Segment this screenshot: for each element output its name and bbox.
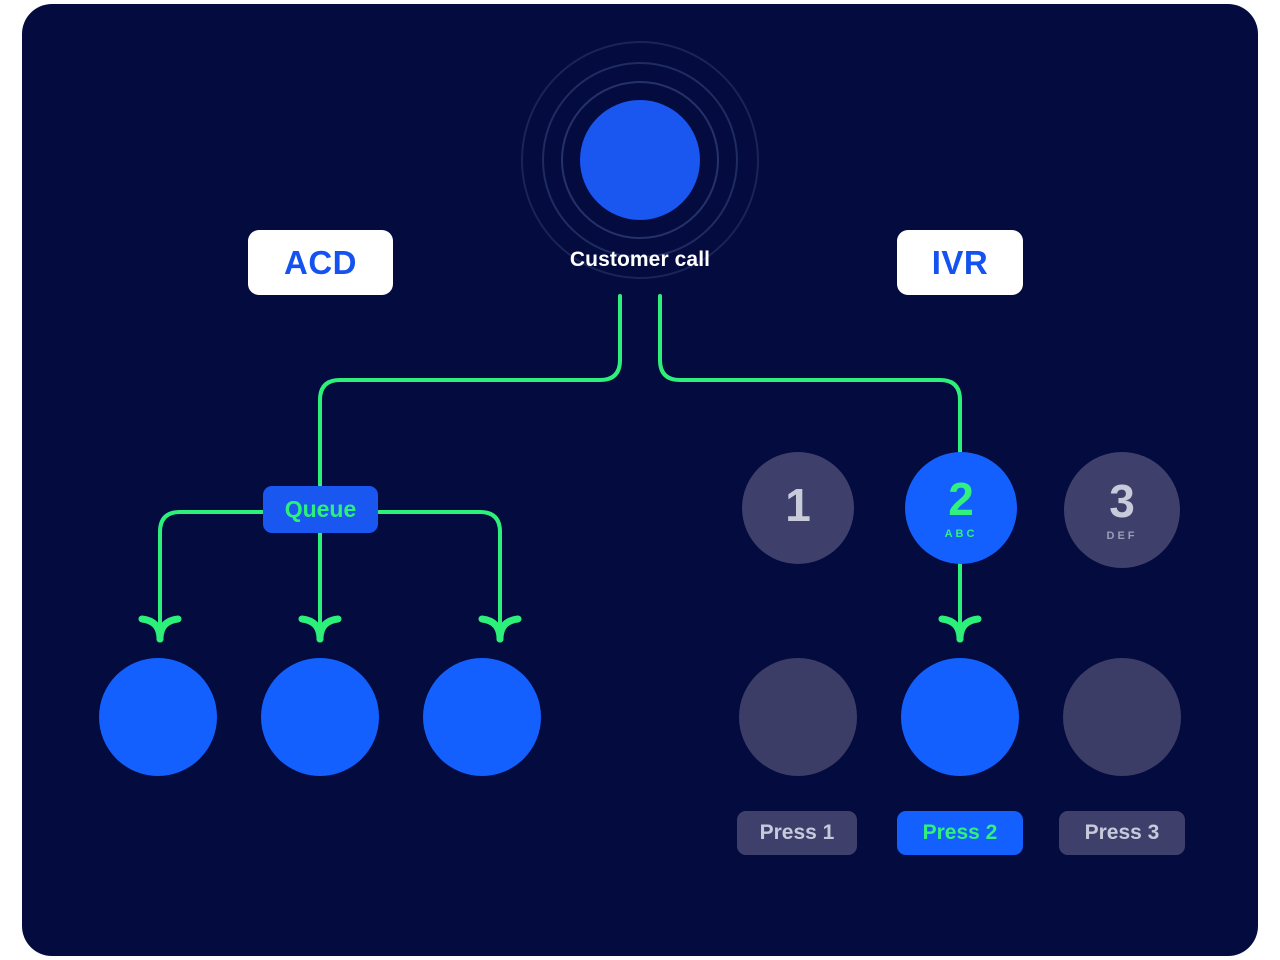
dialpad-key-3-letters: DEF (1106, 530, 1138, 542)
dialpad-key-3[interactable]: 3 DEF (1064, 452, 1180, 568)
acd-label: ACD (248, 230, 393, 295)
acd-agent-1[interactable] (99, 658, 217, 776)
dialpad-key-2-letters: ABC (944, 528, 978, 540)
acd-agent-2[interactable] (261, 658, 379, 776)
press-3-button[interactable]: Press 3 (1059, 811, 1185, 855)
ivr-agent-2[interactable] (901, 658, 1019, 776)
ivr-agent-1[interactable] (739, 658, 857, 776)
customer-call-label: Customer call (569, 248, 711, 271)
dialpad-key-1-digit: 1 (785, 479, 811, 531)
diagram-canvas: Customer call ACD IVR Queue 1 2 ABC 3 DE… (0, 0, 1280, 960)
queue-badge[interactable]: Queue (263, 486, 378, 533)
acd-agent-3[interactable] (423, 658, 541, 776)
ivr-label: IVR (897, 230, 1023, 295)
dialpad-key-2-digit: 2 (948, 473, 974, 525)
dialpad-key-2[interactable]: 2 ABC (905, 452, 1017, 564)
ivr-agent-3[interactable] (1063, 658, 1181, 776)
press-1-button[interactable]: Press 1 (737, 811, 857, 855)
customer-call-node[interactable] (580, 100, 700, 220)
dialpad-key-3-digit: 3 (1109, 475, 1135, 527)
dialpad-key-1[interactable]: 1 (742, 452, 854, 564)
press-2-button[interactable]: Press 2 (897, 811, 1023, 855)
